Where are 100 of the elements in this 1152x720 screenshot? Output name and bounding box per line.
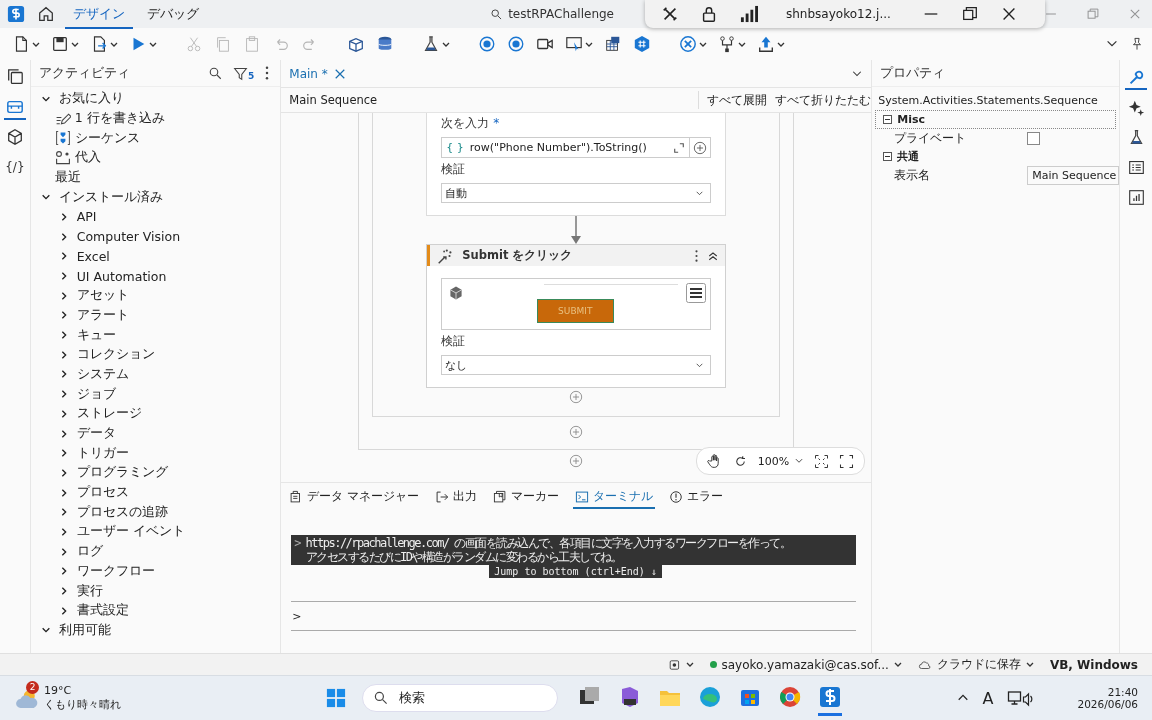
signal-icon xyxy=(739,5,759,23)
expression-field[interactable]: { } row("Phone Number").ToString() xyxy=(441,137,691,158)
tree-item[interactable]: API xyxy=(30,207,281,227)
activity-card[interactable]: 次を入力 * { } row("Phone Number").ToString() 検証 自動 xyxy=(426,113,727,216)
start-icon[interactable] xyxy=(326,688,346,708)
filter-button[interactable]: 5 xyxy=(233,65,255,81)
clock[interactable]: 21:40 2026/06/06 xyxy=(1077,686,1138,710)
tree-item[interactable]: プログラミング xyxy=(30,463,281,483)
caret-icon xyxy=(71,40,79,48)
input-mode-indicator[interactable]: A xyxy=(982,688,994,708)
dropdown[interactable]: なし xyxy=(441,355,712,375)
toolbar-button[interactable] xyxy=(347,35,365,53)
fullscreen-icon[interactable] xyxy=(839,453,855,469)
tree-item[interactable]: 利用可能 xyxy=(30,620,281,641)
panel-tab[interactable]: マーカー xyxy=(491,486,562,509)
tree-item[interactable]: 最近 xyxy=(30,167,281,188)
chevron-down-icon xyxy=(794,456,805,466)
write-line-icon xyxy=(54,110,71,127)
zoom-dropdown[interactable]: 100% xyxy=(757,454,805,468)
panel-tab[interactable]: エラー xyxy=(667,486,726,509)
tree-item[interactable]: Computer Vision xyxy=(30,226,281,247)
tree-item[interactable]: お気に入り xyxy=(30,89,281,109)
caret-icon xyxy=(699,40,707,48)
property-group-header[interactable]: Misc xyxy=(876,111,1116,128)
tree-item[interactable]: ログ xyxy=(30,541,281,562)
screen-icon xyxy=(565,35,583,53)
search-icon[interactable] xyxy=(208,65,224,81)
tree-item[interactable]: ワークフロー xyxy=(30,561,281,582)
more-icon[interactable] xyxy=(264,65,271,81)
lock-icon[interactable] xyxy=(700,5,718,23)
tree-item[interactable]: プロセスの追跡 xyxy=(30,502,281,523)
caret-icon xyxy=(893,661,902,668)
tree-item[interactable]: ジョブ xyxy=(30,384,281,404)
weather-widget[interactable]: 2 19°C くもり時々晴れ xyxy=(0,684,264,712)
branch-icon xyxy=(718,35,736,53)
tree-item[interactable]: 1 行を書き込み xyxy=(30,108,281,129)
code-button[interactable]: {/} xyxy=(3,156,26,180)
document-tab[interactable]: Main * xyxy=(289,66,346,81)
tree-item[interactable]: キュー xyxy=(30,325,281,345)
tree-item[interactable]: ユーザー イベント xyxy=(30,522,281,542)
taskbar-search-field[interactable]: 検索 xyxy=(362,684,558,712)
tree-item[interactable]: UI Automation xyxy=(30,266,281,286)
upload-icon xyxy=(757,35,775,53)
text-field[interactable]: Main Sequence xyxy=(1027,165,1120,185)
tree-item[interactable]: インストール済み xyxy=(30,187,281,208)
tree-item[interactable]: 書式設定 xyxy=(30,600,281,621)
tree-item[interactable]: プロセス xyxy=(30,482,281,503)
document-tab-label[interactable]: Main * xyxy=(289,66,328,81)
tree-item[interactable]: システム xyxy=(30,364,281,385)
toolbar-button[interactable] xyxy=(718,35,746,53)
panel-title: プロパティ xyxy=(880,64,946,82)
toolbar-button[interactable] xyxy=(376,35,394,53)
restore-icon[interactable] xyxy=(960,5,979,23)
tools-icon[interactable] xyxy=(661,5,679,23)
caret-icon xyxy=(32,40,40,48)
tree-item[interactable]: 代入 xyxy=(30,148,281,168)
jump-to-bottom-button[interactable]: Jump to bottom (ctrl+End) ↓ xyxy=(489,565,662,578)
caret-icon xyxy=(585,40,593,48)
mode-tab[interactable]: デバッグ xyxy=(139,0,207,29)
add-button[interactable] xyxy=(690,137,712,158)
terminal-line: https://rpachallenge.com/ の画面を読み込んで、各項目に文字を入力するワークフローを作って。 xyxy=(305,536,791,550)
submit-button-preview: SUBMIT xyxy=(537,299,614,323)
toolbar-button[interactable] xyxy=(422,35,450,53)
fit-to-screen-icon[interactable] xyxy=(814,453,830,469)
camera-menu-button[interactable] xyxy=(668,658,694,671)
tree-item[interactable]: コレクション xyxy=(30,344,281,365)
toolbar-button[interactable] xyxy=(757,35,785,53)
pin-icon[interactable] xyxy=(1130,37,1144,51)
toolbar-button[interactable] xyxy=(604,35,622,53)
activity-card[interactable]: Submit をクリック SUBMIT 検証 なし xyxy=(426,244,727,388)
toolbar-link[interactable]: すべて折りたたむ xyxy=(775,91,872,109)
property-group-header[interactable]: 共通 xyxy=(876,148,1116,165)
field-label: 検証 xyxy=(441,333,467,350)
tree-item[interactable]: トリガー xyxy=(30,443,281,464)
more-icon[interactable] xyxy=(694,248,700,263)
toolbar-link[interactable]: すべて展開 xyxy=(707,91,768,109)
checkbox[interactable] xyxy=(1027,131,1041,145)
panel-tab[interactable]: 出力 xyxy=(433,486,480,509)
home-icon[interactable] xyxy=(37,5,55,23)
panel-tab[interactable]: ターミナル xyxy=(573,486,656,509)
tree-item[interactable]: Excel xyxy=(30,246,281,267)
field-value: row("Phone Number").ToString() xyxy=(469,141,648,154)
save-location-button[interactable]: クラウドに保存 xyxy=(917,656,1034,673)
dropdown[interactable]: 自動 xyxy=(441,183,712,203)
terminal-input[interactable]: > xyxy=(291,601,857,631)
tree-item[interactable]: 実行 xyxy=(30,581,281,601)
flask-icon xyxy=(422,35,440,53)
tree-item[interactable]: シーケンス xyxy=(30,128,281,149)
toolbar-button[interactable] xyxy=(51,35,79,53)
panel-tab[interactable]: データ マネージャー xyxy=(287,486,422,509)
network-volume-icon[interactable] xyxy=(1007,689,1034,707)
expand-icon[interactable] xyxy=(673,141,686,154)
tree-item[interactable]: アセット xyxy=(30,285,281,306)
tree-item[interactable]: アラート xyxy=(30,305,281,326)
weather-description: くもり時々晴れ xyxy=(44,697,121,712)
tree-item[interactable]: データ xyxy=(30,423,281,444)
tree-item[interactable]: ストレージ xyxy=(30,404,281,424)
menu-icon[interactable] xyxy=(686,283,707,303)
notification-badge: 2 xyxy=(26,681,39,694)
toolbar-button[interactable] xyxy=(565,35,593,53)
